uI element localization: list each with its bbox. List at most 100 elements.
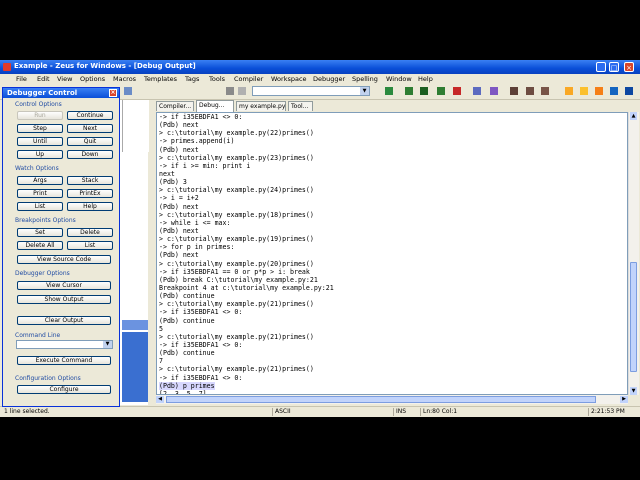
continue-button[interactable]: Continue — [67, 111, 113, 120]
run-button[interactable]: Run — [17, 111, 63, 120]
output-line: (Pdb) p primes — [159, 381, 334, 390]
tool-icon[interactable] — [226, 87, 234, 95]
menu-options[interactable]: Options — [80, 75, 105, 83]
toolbar-combo[interactable]: ▼ — [252, 86, 370, 96]
menu-file[interactable]: File — [16, 75, 27, 83]
status-insert-mode: INS — [393, 408, 406, 416]
scroll-left-icon[interactable]: ◀ — [156, 396, 164, 403]
debug-out-icon[interactable] — [541, 87, 549, 95]
left-panel-list[interactable] — [122, 332, 148, 402]
debug-output-lines: -> if i35EBDFA1 <> 0: (Pdb) next > c:\tuto… — [159, 113, 334, 394]
debug-step-icon[interactable] — [510, 87, 518, 95]
down-button[interactable]: Down — [67, 150, 113, 159]
output-line: Breakpoint 4 at c:\tutorial\my example.p… — [159, 283, 334, 292]
save-icon[interactable] — [124, 87, 132, 95]
output-line: > c:\tutorial\my example.py(18)primes() — [159, 210, 314, 219]
command-line-input[interactable]: ▼ — [16, 340, 113, 349]
view-source-code-button[interactable]: View Source Code — [17, 255, 111, 264]
tab-debug[interactable]: Debug... — [196, 100, 234, 112]
window-icon[interactable] — [610, 87, 618, 95]
output-line: 5 — [159, 324, 163, 333]
document-tabs: Compiler... Debug... my example.py Tool.… — [156, 100, 636, 112]
dialog-title-bar[interactable]: Debugger Control × — [3, 88, 119, 98]
output-line: > c:\tutorial\my example.py(24)primes() — [159, 186, 314, 195]
args-button[interactable]: Args — [17, 176, 63, 185]
output-line: -> i = i+2 — [159, 194, 199, 203]
dialog-close-icon[interactable]: × — [109, 89, 117, 97]
configure-button[interactable]: Configure — [17, 385, 111, 394]
output-line: -> while i <= max: — [159, 218, 231, 227]
tab-compiler[interactable]: Compiler... — [156, 101, 194, 111]
tag-icon[interactable] — [490, 87, 498, 95]
output-line: (Pdb) next — [159, 251, 199, 260]
view-cursor-button[interactable]: View Cursor — [17, 281, 111, 290]
until-button[interactable]: Until — [17, 137, 63, 146]
delete-all-breakpoints-button[interactable]: Delete All — [17, 241, 63, 250]
scroll-up-icon[interactable]: ▲ — [630, 112, 637, 120]
show-output-button[interactable]: Show Output — [17, 295, 111, 304]
list-breakpoints-button[interactable]: List — [67, 241, 113, 250]
scroll-right-icon[interactable]: ▶ — [620, 396, 628, 403]
title-bar[interactable]: Example - Zeus for Windows - [Debug Outp… — [0, 60, 640, 74]
output-line: -> if i35EBDFA1 <> 0: — [159, 308, 243, 317]
printex-button[interactable]: PrintEx — [67, 189, 113, 198]
folder-icon[interactable] — [565, 87, 573, 95]
stop-icon[interactable] — [453, 87, 461, 95]
status-encoding: ASCII — [272, 408, 291, 416]
group-control-options: Control Options — [15, 101, 62, 108]
next-button[interactable]: Next — [67, 124, 113, 133]
chevron-down-icon[interactable]: ▼ — [103, 341, 112, 348]
left-panel-item[interactable] — [122, 320, 148, 330]
up-button[interactable]: Up — [17, 150, 63, 159]
delete-breakpoint-button[interactable]: Delete — [67, 228, 113, 237]
menu-workspace[interactable]: Workspace — [271, 75, 307, 83]
debugger-control-dialog: Debugger Control × Control Options Run C… — [2, 87, 120, 407]
output-line: -> if i35EBDFA1 == 0 or p*p > i: break — [159, 267, 310, 276]
chevron-down-icon[interactable]: ▼ — [360, 87, 369, 95]
set-breakpoint-button[interactable]: Set — [17, 228, 63, 237]
horizontal-scrollbar[interactable]: ◀ ▶ — [156, 395, 628, 404]
output-line: (Pdb) continue — [159, 292, 215, 301]
open-icon[interactable] — [580, 87, 588, 95]
menu-compiler[interactable]: Compiler — [234, 75, 263, 83]
close-button[interactable]: × — [624, 62, 634, 72]
tab-tool[interactable]: Tool... — [288, 101, 313, 111]
stack-button[interactable]: Stack — [67, 176, 113, 185]
menu-help[interactable]: Help — [418, 75, 433, 83]
clear-output-button[interactable]: Clear Output — [17, 316, 111, 325]
arrow-down-icon[interactable] — [420, 87, 428, 95]
menu-tools[interactable]: Tools — [209, 75, 225, 83]
menu-tags[interactable]: Tags — [185, 75, 199, 83]
menu-spelling[interactable]: Spelling — [352, 75, 378, 83]
list-button[interactable]: List — [17, 202, 63, 211]
menu-templates[interactable]: Templates — [144, 75, 177, 83]
help-icon[interactable] — [625, 87, 633, 95]
scroll-down-icon[interactable]: ▼ — [630, 387, 637, 395]
find-icon[interactable] — [238, 87, 246, 95]
menu-view[interactable]: View — [57, 75, 72, 83]
execute-command-button[interactable]: Execute Command — [17, 356, 111, 365]
menu-macros[interactable]: Macros — [113, 75, 136, 83]
debug-next-icon[interactable] — [526, 87, 534, 95]
horizontal-scroll-thumb[interactable] — [166, 396, 596, 403]
arrow-up-icon[interactable] — [405, 87, 413, 95]
print-button[interactable]: Print — [17, 189, 63, 198]
help-button[interactable]: Help — [67, 202, 113, 211]
minimize-button[interactable]: _ — [596, 62, 606, 72]
maximize-button[interactable]: □ — [609, 62, 619, 72]
bookmark-icon[interactable] — [473, 87, 481, 95]
tab-my-example[interactable]: my example.py — [236, 101, 286, 111]
menu-window[interactable]: Window — [386, 75, 412, 83]
output-line: next — [159, 169, 175, 178]
output-line: > c:\tutorial\my example.py(20)primes() — [159, 259, 314, 268]
run-icon[interactable] — [437, 87, 445, 95]
compile-icon[interactable] — [385, 87, 393, 95]
vertical-scrollbar[interactable]: ▲ ▼ — [628, 112, 639, 395]
step-button[interactable]: Step — [17, 124, 63, 133]
debug-output-editor[interactable]: -> if i35EBDFA1 <> 0: (Pdb) next > c:\tuto… — [156, 112, 628, 395]
menu-debugger[interactable]: Debugger — [313, 75, 345, 83]
menu-edit[interactable]: Edit — [37, 75, 50, 83]
workspace-icon[interactable] — [595, 87, 603, 95]
vertical-scroll-thumb[interactable] — [630, 262, 637, 372]
quit-button[interactable]: Quit — [67, 137, 113, 146]
